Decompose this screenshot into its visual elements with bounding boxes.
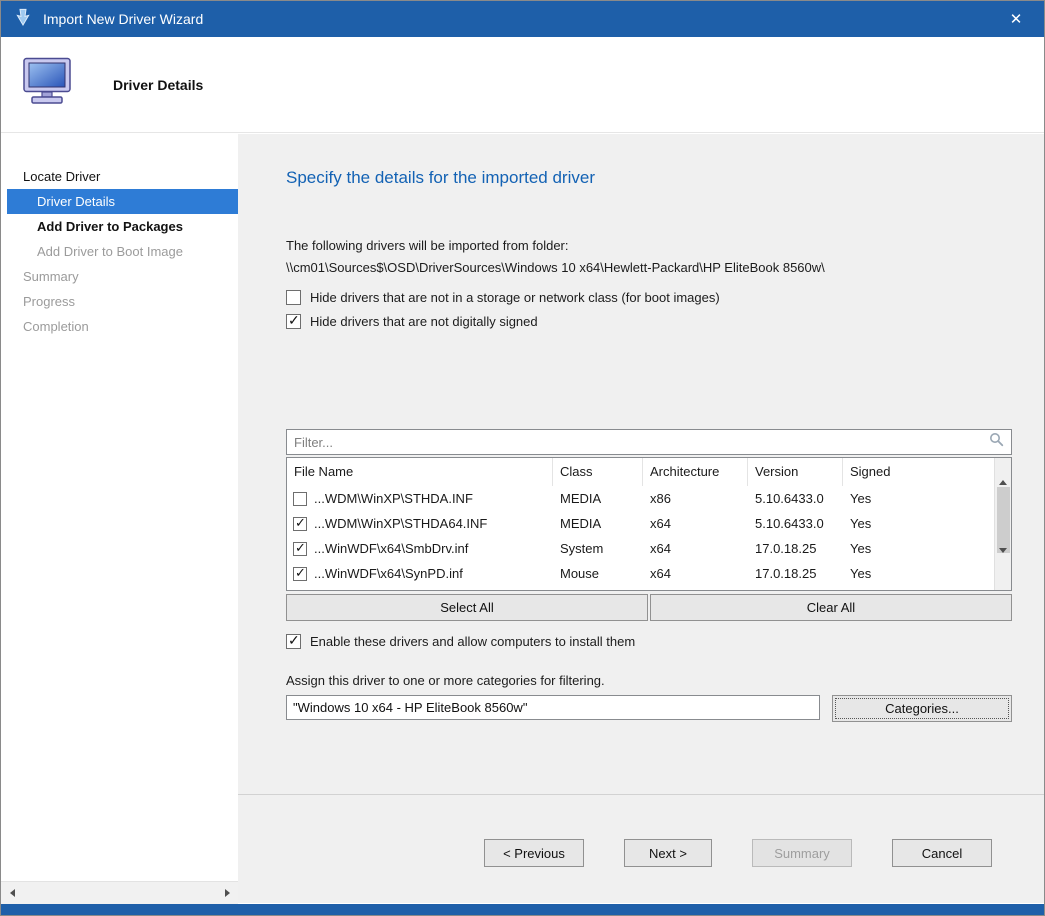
select-all-button[interactable]: Select All [286,594,648,621]
enable-drivers-checkbox-row[interactable]: Enable these drivers and allow computers… [286,634,1012,649]
window-bottom-accent [1,904,1044,915]
page-title: Driver Details [113,77,203,93]
hide-storage-network-checkbox-row[interactable]: Hide drivers that are not in a storage o… [286,290,1012,305]
scroll-down-icon[interactable] [999,553,1007,571]
scroll-right-icon[interactable] [216,882,238,904]
next-button[interactable]: Next > [624,839,712,867]
hide-storage-network-checkbox[interactable] [286,290,301,305]
driver-version: 5.10.6433.0 [748,491,843,506]
import-folder-label: The following drivers will be imported f… [286,238,1012,253]
nav-item-locate-driver[interactable]: Locate Driver [7,164,238,189]
driver-row-checkbox[interactable] [293,567,307,581]
assign-category-label: Assign this driver to one or more catego… [286,673,1012,688]
scrollbar-thumb[interactable] [997,487,1010,553]
nav-item-add-driver-to-boot-image: Add Driver to Boot Image [7,239,238,264]
summary-button: Summary [752,839,852,867]
driver-signed: Yes [843,516,994,531]
driver-row[interactable]: ...WinWDF\x64\SmbDrv.inf System x64 17.0… [287,536,994,561]
driver-architecture: x86 [643,491,748,506]
hide-unsigned-checkbox-row[interactable]: Hide drivers that are not digitally sign… [286,314,1012,329]
cancel-button[interactable]: Cancel [892,839,992,867]
category-input[interactable] [286,695,820,720]
column-header-version[interactable]: Version [748,458,843,486]
driver-class: Mouse [553,566,643,581]
driver-file-name: ...WDM\WinXP\STHDA.INF [314,491,473,506]
driver-architecture: x64 [643,566,748,581]
driver-row-checkbox[interactable] [293,517,307,531]
column-header-class[interactable]: Class [553,458,643,486]
wizard-footer: < Previous Next > Summary Cancel [238,794,1044,867]
column-header-architecture[interactable]: Architecture [643,458,748,486]
driver-list-header: File Name Class Architecture Version Sig… [287,458,994,486]
hide-unsigned-label: Hide drivers that are not digitally sign… [310,314,538,329]
driver-row-checkbox[interactable] [293,542,307,556]
driver-class: System [553,541,643,556]
nav-item-progress: Progress [7,289,238,314]
driver-class: MEDIA [553,516,643,531]
window-title: Import New Driver Wizard [43,11,203,27]
driver-list-vertical-scrollbar[interactable] [994,458,1011,590]
nav-item-driver-details[interactable]: Driver Details [7,189,238,214]
wizard-window: Import New Driver Wizard ✕ Driver Detail… [0,0,1045,916]
driver-row[interactable]: ...WinWDF\x64\SynPD.inf Mouse x64 17.0.1… [287,561,994,586]
nav-item-completion: Completion [7,314,238,339]
driver-row[interactable]: ...WDM\WinXP\STHDA64.INF MEDIA x64 5.10.… [287,511,994,536]
driver-version: 5.10.6433.0 [748,516,843,531]
filter-box[interactable] [286,429,1012,455]
driver-architecture: x64 [643,516,748,531]
driver-file-name: ...WinWDF\x64\SynPD.inf [314,566,463,581]
scroll-left-icon[interactable] [1,882,23,904]
sidebar-horizontal-scrollbar[interactable] [1,881,238,904]
enable-drivers-checkbox[interactable] [286,634,301,649]
driver-signed: Yes [843,566,994,581]
page-heading: Specify the details for the imported dri… [286,168,1012,188]
driver-class: MEDIA [553,491,643,506]
driver-file-name: ...WDM\WinXP\STHDA64.INF [314,516,487,531]
driver-signed: Yes [843,491,994,506]
previous-button[interactable]: < Previous [484,839,584,867]
driver-list: File Name Class Architecture Version Sig… [286,457,1012,591]
column-header-file-name[interactable]: File Name [287,458,553,486]
driver-file-name: ...WinWDF\x64\SmbDrv.inf [314,541,468,556]
main-panel: Specify the details for the imported dri… [238,134,1044,903]
driver-row[interactable]: ...WDM\WinXP\STHDA.INF MEDIA x86 5.10.64… [287,486,994,511]
driver-signed: Yes [843,541,994,556]
scroll-up-icon[interactable] [999,463,1007,481]
nav-item-summary: Summary [7,264,238,289]
close-icon[interactable]: ✕ [1001,1,1031,37]
categories-button[interactable]: Categories... [832,695,1012,722]
wizard-app-icon [14,8,32,31]
driver-architecture: x64 [643,541,748,556]
column-header-signed[interactable]: Signed [843,458,994,486]
driver-version: 17.0.18.25 [748,566,843,581]
import-folder-path: \\cm01\Sources$\OSD\DriverSources\Window… [286,260,1012,275]
search-icon [989,432,1004,452]
driver-row-checkbox[interactable] [293,492,307,506]
wizard-nav-sidebar: Locate Driver Driver Details Add Driver … [1,134,238,881]
wizard-header: Driver Details [1,37,1044,133]
clear-all-button[interactable]: Clear All [650,594,1012,621]
hide-storage-network-label: Hide drivers that are not in a storage o… [310,290,720,305]
title-bar: Import New Driver Wizard ✕ [1,1,1044,37]
enable-drivers-label: Enable these drivers and allow computers… [310,634,635,649]
driver-version: 17.0.18.25 [748,541,843,556]
filter-input[interactable] [294,435,989,450]
computer-monitor-icon [21,57,77,112]
hide-unsigned-checkbox[interactable] [286,314,301,329]
nav-item-add-driver-to-packages[interactable]: Add Driver to Packages [7,214,238,239]
